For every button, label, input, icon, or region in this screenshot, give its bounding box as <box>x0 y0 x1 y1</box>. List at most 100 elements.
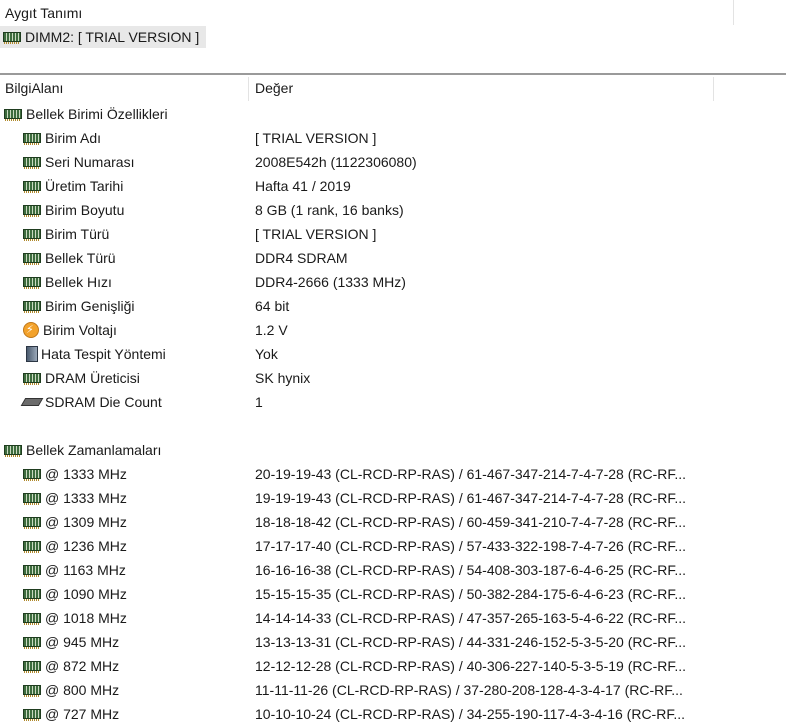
property-name-cell: SDRAM Die Count <box>20 390 162 414</box>
property-row[interactable]: @ 1163 MHz 16-16-16-38 (CL-RCD-RP-RAS) / … <box>0 558 786 582</box>
property-row[interactable]: Birim Voltajı 1.2 V <box>0 318 786 342</box>
device-description-header: Aygıt Tanımı <box>5 5 83 21</box>
ram-icon <box>23 157 41 169</box>
section-header[interactable]: Bellek Birimi Özellikleri <box>0 102 786 126</box>
property-value: 12-12-12-28 (CL-RCD-RP-RAS) / 40-306-227… <box>255 658 687 674</box>
property-name: Birim Boyutu <box>45 202 125 218</box>
property-row[interactable]: Birim Türü [ TRIAL VERSION ] <box>0 222 786 246</box>
ram-icon <box>3 32 21 44</box>
property-value: 1.2 V <box>255 322 288 338</box>
section-header[interactable]: Bellek Zamanlamaları <box>0 438 786 462</box>
property-row[interactable]: @ 1018 MHz 14-14-14-33 (CL-RCD-RP-RAS) / … <box>0 606 786 630</box>
property-row[interactable]: @ 1333 MHz 20-19-19-43 (CL-RCD-RP-RAS) / … <box>0 462 786 486</box>
property-row[interactable]: DRAM Üreticisi SK hynix <box>0 366 786 390</box>
property-name-cell: Üretim Tarihi <box>23 174 123 198</box>
property-name: Birim Türü <box>45 226 110 242</box>
column-separator[interactable] <box>248 77 249 101</box>
property-row[interactable]: Hata Tespit Yöntemi Yok <box>0 342 786 366</box>
property-name-cell: Bellek Hızı <box>23 270 112 294</box>
property-value: Yok <box>255 346 278 362</box>
property-name-cell: Birim Boyutu <box>23 198 124 222</box>
ram-icon <box>23 133 41 145</box>
property-name-cell: Hata Tespit Yöntemi <box>23 342 166 366</box>
section-title: Bellek Zamanlamaları <box>26 442 162 458</box>
property-value: [ TRIAL VERSION ] <box>255 226 377 242</box>
property-value: 15-15-15-35 (CL-RCD-RP-RAS) / 50-382-284… <box>255 586 687 602</box>
property-name: @ 1018 MHz <box>45 610 127 626</box>
section-header-name: Bellek Zamanlamaları <box>4 438 161 462</box>
property-row[interactable]: @ 800 MHz 11-11-11-26 (CL-RCD-RP-RAS) / 3… <box>0 678 786 702</box>
property-value: 11-11-11-26 (CL-RCD-RP-RAS) / 37-280-208… <box>255 682 683 698</box>
ram-icon <box>23 685 41 697</box>
ram-icon <box>23 205 41 217</box>
device-item-label: DIMM2: [ TRIAL VERSION ] <box>25 29 200 45</box>
ram-icon <box>23 469 41 481</box>
ram-icon <box>23 229 41 241</box>
ram-icon <box>23 709 41 721</box>
section-header-name: Bellek Birimi Özellikleri <box>4 102 168 126</box>
property-value: 18-18-18-42 (CL-RCD-RP-RAS) / 60-459-341… <box>255 514 687 530</box>
property-name: Birim Voltajı <box>43 322 117 338</box>
property-value: 17-17-17-40 (CL-RCD-RP-RAS) / 57-433-322… <box>255 538 687 554</box>
property-name: DRAM Üreticisi <box>45 370 140 386</box>
property-row[interactable]: Birim Genişliği 64 bit <box>0 294 786 318</box>
property-name-cell: DRAM Üreticisi <box>23 366 140 390</box>
property-name: Üretim Tarihi <box>45 178 124 194</box>
property-value: 10-10-10-24 (CL-RCD-RP-RAS) / 34-255-190… <box>255 706 685 722</box>
property-row[interactable]: Birim Boyutu 8 GB (1 rank, 16 banks) <box>0 198 786 222</box>
property-name: @ 800 MHz <box>45 682 120 698</box>
property-value: DDR4-2666 (1333 MHz) <box>255 274 406 290</box>
property-name-cell: @ 1018 MHz <box>23 606 127 630</box>
ram-icon <box>23 301 41 313</box>
property-name-cell: @ 945 MHz <box>23 630 119 654</box>
column-header-field[interactable]: BilgiAlanı <box>5 80 63 96</box>
property-name: @ 945 MHz <box>45 634 120 650</box>
ram-icon <box>23 373 41 385</box>
property-name-cell: Birim Türü <box>23 222 109 246</box>
property-value: 2008E542h (1122306080) <box>255 154 417 170</box>
property-row[interactable]: SDRAM Die Count 1 <box>0 390 786 414</box>
property-row[interactable]: Bellek Hızı DDR4-2666 (1333 MHz) <box>0 270 786 294</box>
property-row[interactable]: Üretim Tarihi Hafta 41 / 2019 <box>0 174 786 198</box>
property-name-cell: @ 1163 MHz <box>23 558 126 582</box>
property-name: @ 1333 MHz <box>45 466 127 482</box>
column-separator[interactable] <box>733 0 734 25</box>
error-detection-icon <box>26 346 38 362</box>
ram-icon <box>23 181 41 193</box>
property-row[interactable]: @ 872 MHz 12-12-12-28 (CL-RCD-RP-RAS) / 4… <box>0 654 786 678</box>
property-value: SK hynix <box>255 370 311 386</box>
property-row[interactable]: Birim Adı [ TRIAL VERSION ] <box>0 126 786 150</box>
property-row[interactable]: Bellek Türü DDR4 SDRAM <box>0 246 786 270</box>
property-row[interactable]: @ 727 MHz 10-10-10-24 (CL-RCD-RP-RAS) / 3… <box>0 702 786 726</box>
property-name: @ 1333 MHz <box>45 490 127 506</box>
property-value: 1 <box>255 394 263 410</box>
property-value: 14-14-14-33 (CL-RCD-RP-RAS) / 47-357-265… <box>255 610 687 626</box>
device-item-dimm2[interactable]: DIMM2: [ TRIAL VERSION ] <box>0 26 206 48</box>
ram-icon <box>23 637 41 649</box>
property-row[interactable]: @ 1333 MHz 19-19-19-43 (CL-RCD-RP-RAS) / … <box>0 486 786 510</box>
ram-icon <box>23 277 41 289</box>
property-name: Bellek Türü <box>45 250 116 266</box>
property-value: 13-13-13-31 (CL-RCD-RP-RAS) / 44-331-246… <box>255 634 687 650</box>
ram-icon <box>23 517 41 529</box>
property-name-cell: Birim Genişliği <box>23 294 134 318</box>
column-separator[interactable] <box>713 77 714 101</box>
property-row[interactable]: @ 1090 MHz 15-15-15-35 (CL-RCD-RP-RAS) / … <box>0 582 786 606</box>
ram-icon <box>4 445 22 457</box>
property-value: [ TRIAL VERSION ] <box>255 130 377 146</box>
column-header: BilgiAlanı Değer <box>0 77 786 101</box>
property-name: @ 1163 MHz <box>45 562 126 578</box>
property-list: Bellek Birimi Özellikleri Birim Adı [ TRIA… <box>0 102 786 726</box>
property-name: Birim Genişliği <box>45 298 135 314</box>
property-name: @ 872 MHz <box>45 658 120 674</box>
property-name: @ 727 MHz <box>45 706 120 722</box>
property-row[interactable]: Seri Numarası 2008E542h (1122306080) <box>0 150 786 174</box>
property-row[interactable]: @ 1236 MHz 17-17-17-40 (CL-RCD-RP-RAS) / … <box>0 534 786 558</box>
property-name: Hata Tespit Yöntemi <box>41 346 166 362</box>
property-row[interactable]: @ 1309 MHz 18-18-18-42 (CL-RCD-RP-RAS) / … <box>0 510 786 534</box>
pane-splitter[interactable] <box>0 73 786 75</box>
column-header-value[interactable]: Değer <box>255 80 293 96</box>
property-name: @ 1090 MHz <box>45 586 127 602</box>
property-value: 20-19-19-43 (CL-RCD-RP-RAS) / 61-467-347… <box>255 466 687 482</box>
property-row[interactable]: @ 945 MHz 13-13-13-31 (CL-RCD-RP-RAS) / 4… <box>0 630 786 654</box>
